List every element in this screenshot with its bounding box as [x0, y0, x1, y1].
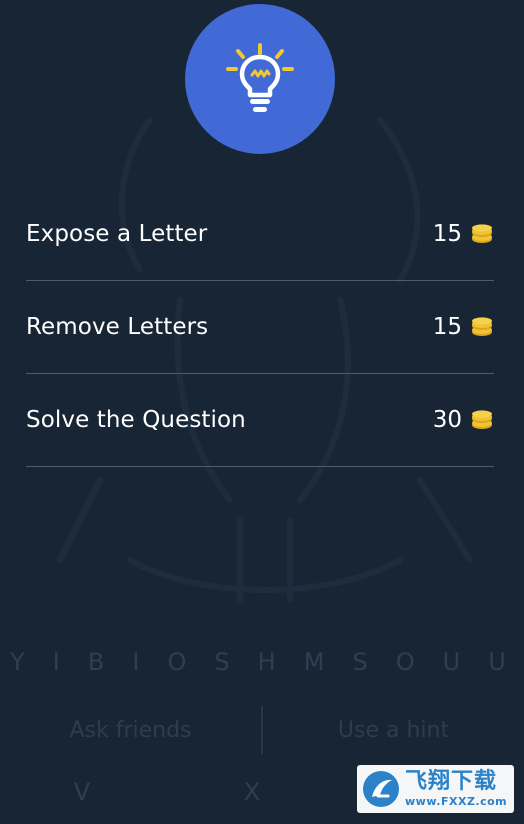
coins-icon: [472, 410, 492, 429]
coins-icon: [472, 224, 492, 243]
cost-value: 15: [432, 314, 462, 340]
background-letter: V: [73, 778, 97, 806]
background-letter-row: Y I B I O S H M S O U U: [0, 648, 524, 676]
background-letter: I: [132, 648, 148, 676]
coins-icon: [472, 317, 492, 336]
use-hint-button: Use a hint: [337, 717, 450, 743]
watermark-logo-icon: [363, 771, 399, 807]
background-letter: U: [442, 648, 469, 676]
cost-value: 30: [432, 407, 462, 433]
background-letter: U: [488, 648, 514, 676]
option-label: Solve the Question: [26, 407, 246, 433]
hint-options-list: Expose a Letter 15 Remove Letters 15 Sol…: [26, 188, 494, 467]
background-letter-row-2: V X: [0, 778, 340, 806]
option-label: Remove Letters: [26, 314, 209, 340]
cost-value: 15: [432, 221, 462, 247]
option-cost: 30: [433, 407, 494, 433]
ask-friends-button: Ask friends: [69, 717, 192, 743]
background-letter: I: [52, 648, 68, 676]
watermark-name: 飞翔下载: [405, 769, 498, 794]
background-letter: O: [167, 648, 195, 676]
option-expose-letter[interactable]: Expose a Letter 15: [26, 188, 494, 281]
background-letter: B: [87, 648, 113, 676]
background-action-bar: Ask friends Use a hint: [0, 700, 524, 760]
background-letter: M: [303, 648, 333, 676]
background-letter: O: [395, 648, 423, 676]
background-letter: S: [352, 648, 376, 676]
background-letter: X: [243, 778, 267, 806]
background-letter: H: [257, 648, 284, 676]
option-solve-question[interactable]: Solve the Question 30: [26, 374, 494, 467]
site-watermark: 飞翔下载 www.FXXZ.com: [357, 765, 514, 813]
option-cost: 15: [433, 221, 494, 247]
background-letter: S: [214, 648, 238, 676]
option-remove-letters[interactable]: Remove Letters 15: [26, 281, 494, 374]
watermark-text: 飞翔下载 www.FXXZ.com: [405, 769, 508, 808]
hint-icon-circle: [185, 4, 335, 154]
lightbulb-icon: [226, 43, 294, 112]
watermark-url: www.FXXZ.com: [405, 795, 508, 808]
background-letter: Y: [10, 648, 33, 676]
option-cost: 15: [433, 314, 494, 340]
option-label: Expose a Letter: [26, 221, 208, 247]
